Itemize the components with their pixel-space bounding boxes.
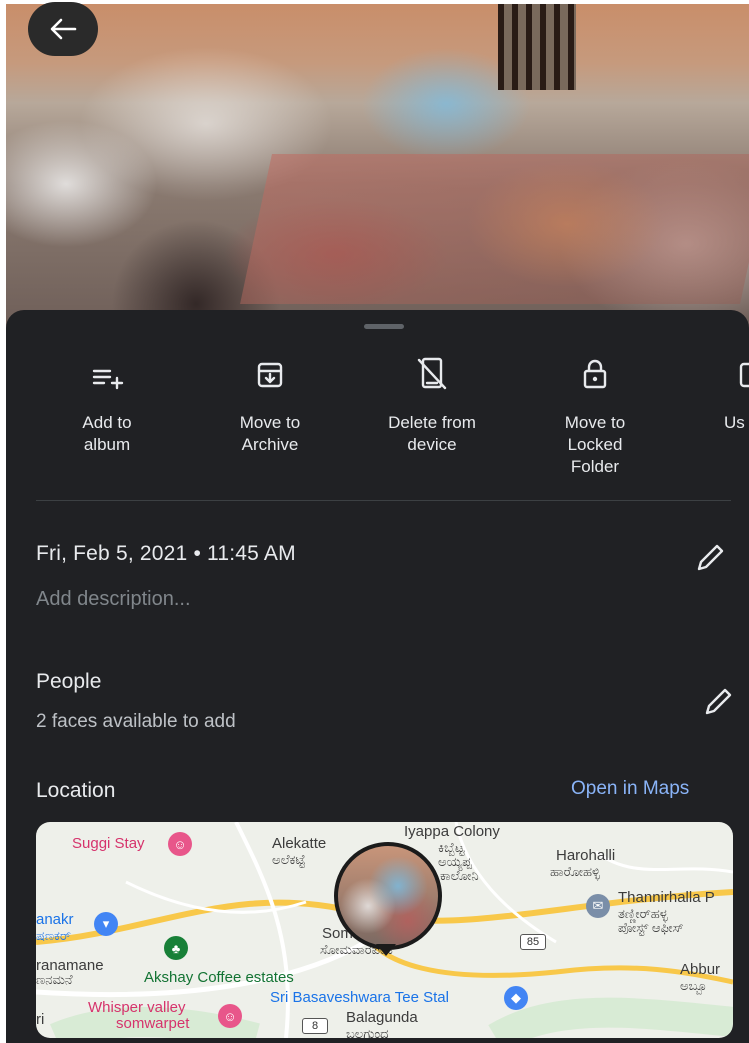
add-to-album-button[interactable]: Add to album (37, 350, 177, 456)
shopping-icon: ▾ (94, 912, 118, 936)
people-heading: People (36, 670, 102, 693)
use-as-label: Us (724, 413, 745, 432)
map-label-anakr: anakr (36, 911, 74, 928)
action-row: Add to album Move to Archive Delete from… (6, 350, 749, 490)
pencil-icon (697, 544, 724, 571)
tree-icon: ♣ (164, 936, 188, 960)
map-label-balagunda-kn: ಬಲಗುಂದ (346, 1026, 389, 1038)
route-8-label: 8 (311, 1020, 319, 1032)
playlist-add-icon (92, 369, 124, 390)
add-to-album-label: Add to album (82, 413, 132, 454)
details-sheet: Add to album Move to Archive Delete from… (6, 310, 749, 1043)
map-label-abburu: Abbur (680, 961, 721, 978)
move-to-archive-button[interactable]: Move to Archive (200, 350, 340, 456)
use-as-button[interactable]: Us (686, 350, 749, 434)
pin-pointer (376, 944, 396, 956)
add-description-field[interactable]: Add description... (36, 588, 191, 611)
map-label-whisper-1: Whisper valley (88, 999, 186, 1016)
map-label-thannirhalla: Thannirhalla P (618, 889, 715, 906)
open-in-maps-link[interactable]: Open in Maps (571, 778, 689, 800)
map-label-thannirhalla-kn2: ಪೋಸ್ಟ್ ಆಫೀಸ್ (618, 920, 684, 935)
location-map[interactable]: Suggi Stay ☺ Alekatte ಅಲೆಕಟ್ಟೆ Iyappa Co… (36, 822, 733, 1038)
delete-from-device-label: Delete from device (388, 413, 476, 454)
archive-icon (257, 362, 283, 388)
photo-date: Fri, Feb 5, 2021 • 11:45 AM (36, 542, 296, 565)
map-label-whisper-2: somwarpet (116, 1015, 190, 1032)
map-label-iyappa-kn3: ಕಾಲೋನಿ (440, 868, 479, 883)
move-to-archive-label: Move to Archive (239, 413, 301, 454)
photo-preview[interactable] (6, 4, 749, 334)
people-subtitle: 2 faces available to add (36, 711, 236, 732)
photo-table-area (240, 154, 749, 304)
map-label-iyappa: Iyappa Colony (404, 823, 500, 840)
map-label-akshay: Akshay Coffee estates (144, 969, 294, 986)
move-to-locked-folder-label: Move to Locked Folder (564, 413, 626, 476)
map-label-alekatte-kn: ಅಲೆಕಟ್ಟೆ (272, 852, 306, 867)
photo-location-pin[interactable] (334, 842, 442, 950)
pencil-icon (705, 688, 732, 715)
map-label-ri: ri (36, 1011, 45, 1028)
delete-device-icon (417, 357, 447, 390)
section-divider (36, 500, 731, 501)
route-8-shield: 8 (302, 1018, 328, 1034)
arrow-left-icon (50, 18, 77, 40)
map-label-harohalli-kn: ಹಾರೋಹಳ್ಳಿ (550, 864, 600, 879)
delete-from-device-button[interactable]: Delete from device (362, 350, 502, 456)
post-office-icon: ✉ (586, 894, 610, 918)
edit-date-button[interactable] (692, 540, 728, 581)
map-label-abburu-kn: ಅಬ್ಬೂ (680, 978, 708, 993)
map-label-harohalli: Harohalli (556, 847, 616, 864)
map-label-ranamane-kn: ಣನಮನೆ (36, 972, 73, 987)
map-label-basaveshwara: Sri Basaveshwara Tee Stal (270, 989, 449, 1006)
edit-people-button[interactable] (700, 684, 736, 725)
map-label-suggi: Suggi Stay (72, 835, 145, 852)
photo-window-area (498, 4, 576, 90)
hotel-icon: ☺ (168, 832, 192, 856)
map-label-anakr-kn: ಷಣಕರ್ (36, 928, 71, 943)
map-label-alekatte: Alekatte (272, 835, 327, 852)
back-button[interactable] (28, 2, 98, 56)
map-label-balagunda: Balagunda (346, 1009, 418, 1026)
move-to-locked-folder-button[interactable]: Move to Locked Folder (525, 350, 665, 478)
drag-handle[interactable] (364, 324, 404, 329)
route-85-label: 85 (526, 936, 540, 948)
partial-icon (739, 362, 749, 388)
route-85-shield: 85 (520, 934, 546, 950)
hotel-icon: ☺ (218, 1004, 242, 1028)
location-heading: Location (36, 779, 116, 802)
lock-icon (583, 359, 607, 389)
shop-bag-icon: ◆ (504, 986, 528, 1010)
